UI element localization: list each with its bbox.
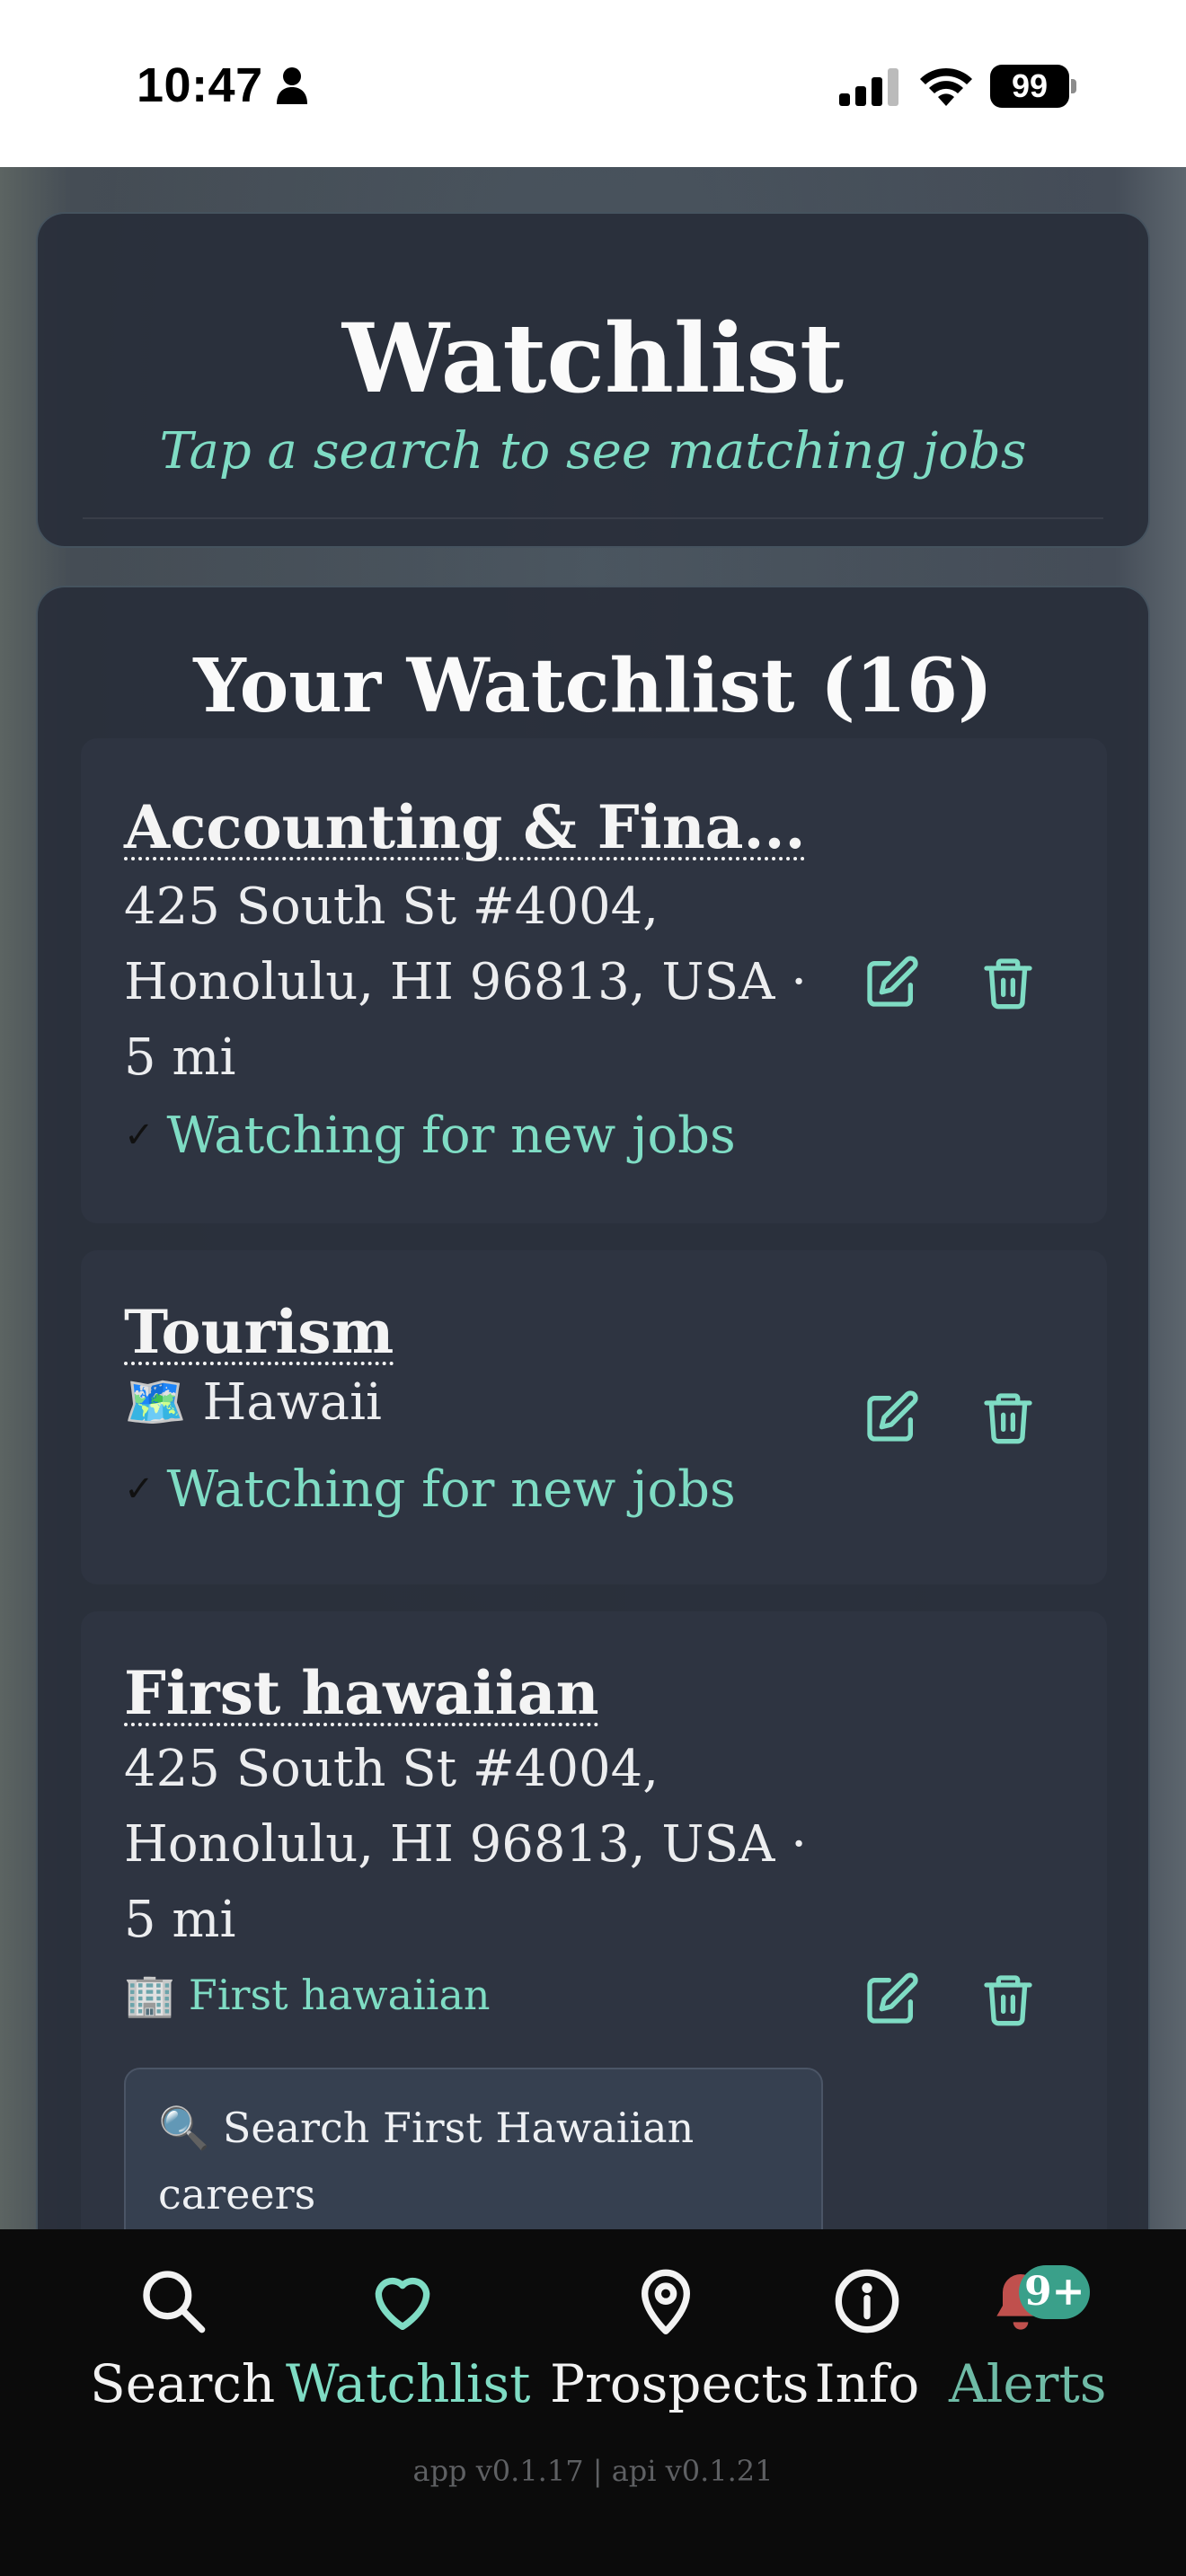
edit-icon[interactable]	[863, 1389, 920, 1446]
watchlist-card[interactable]: First hawaiian 425 South St #4004, Honol…	[81, 1611, 1107, 2229]
check-icon: ✓	[124, 1115, 155, 1156]
map-pin-icon	[642, 2269, 690, 2334]
nav-prospects-label: Prospects	[550, 2353, 810, 2414]
header-panel: Watchlist Tap a search to see matching j…	[36, 212, 1150, 548]
app-content: Watchlist Tap a search to see matching j…	[0, 167, 1186, 2229]
search-careers-button[interactable]: 🔍 Search First Hawaiian careers	[124, 2068, 823, 2229]
info-icon	[835, 2269, 899, 2333]
watching-status: ✓ Watching for new jobs	[124, 1107, 736, 1165]
saved-search-location: 425 South St #4004, Honolulu, HI 96813, …	[124, 878, 807, 1087]
watchlist-panel: Your Watchlist (16) Accounting & Fina...…	[36, 586, 1150, 2229]
heart-icon	[375, 2277, 430, 2330]
saved-search-name[interactable]: First hawaiian	[124, 1658, 599, 1728]
edit-icon[interactable]	[863, 1971, 920, 2028]
check-icon: ✓	[124, 1469, 155, 1510]
page-title: Watchlist	[341, 302, 845, 414]
wifi-icon	[920, 67, 972, 106]
saved-search-location: 425 South St #4004, Honolulu, HI 96813, …	[124, 1740, 807, 1949]
battery-indicator: 99	[990, 65, 1076, 108]
saved-search-name[interactable]: Accounting & Fina...	[124, 792, 805, 862]
person-icon	[277, 67, 307, 104]
nav-info[interactable]: Info	[812, 2265, 922, 2414]
watchlist-title: Your Watchlist (16)	[193, 643, 993, 729]
nav-alerts-label: Alerts	[949, 2353, 1107, 2414]
trash-icon[interactable]	[979, 1389, 1037, 1446]
nav-prospects[interactable]: Prospects	[550, 2265, 810, 2414]
nav-alerts[interactable]: 9+ Alerts	[949, 2265, 1107, 2414]
nav-watchlist-label: Watchlist	[286, 2353, 531, 2414]
watching-status: ✓ Watching for new jobs	[124, 1460, 736, 1519]
trash-icon[interactable]	[979, 954, 1037, 1011]
watching-status-label: Watching for new jobs	[166, 1107, 736, 1165]
nav-search-label: Search	[90, 2353, 276, 2414]
company-label: 🏢 First hawaiian	[124, 1971, 491, 2019]
alerts-badge: 9+	[1019, 2265, 1091, 2319]
nav-search[interactable]: Search	[90, 2265, 276, 2414]
watchlist-card[interactable]: Tourism 🗺️ Hawaii ✓ Watching for new jobs	[81, 1250, 1107, 1584]
cellular-signal-icon	[839, 68, 898, 106]
watchlist-card[interactable]: Accounting & Fina... 425 South St #4004,…	[81, 738, 1107, 1223]
battery-level: 99	[990, 65, 1069, 108]
nav-info-label: Info	[814, 2353, 920, 2414]
edit-icon[interactable]	[863, 954, 920, 1011]
bottom-nav: Search Watchlist Prospects Info 9+ Alert…	[0, 2229, 1186, 2576]
header-divider	[83, 517, 1103, 519]
saved-search-location: 🗺️ Hawaii	[124, 1373, 382, 1432]
watching-status-label: Watching for new jobs	[166, 1460, 736, 1519]
saved-search-name[interactable]: Tourism	[124, 1297, 394, 1367]
version-label: app v0.1.17 | api v0.1.21	[412, 2454, 774, 2488]
trash-icon[interactable]	[979, 1971, 1037, 2028]
status-bar: 10:47 99	[0, 0, 1186, 167]
page-subtitle: Tap a search to see matching jobs	[159, 422, 1027, 481]
nav-watchlist[interactable]: Watchlist	[286, 2265, 531, 2414]
status-time: 10:47	[137, 58, 263, 112]
search-icon	[143, 2271, 206, 2333]
